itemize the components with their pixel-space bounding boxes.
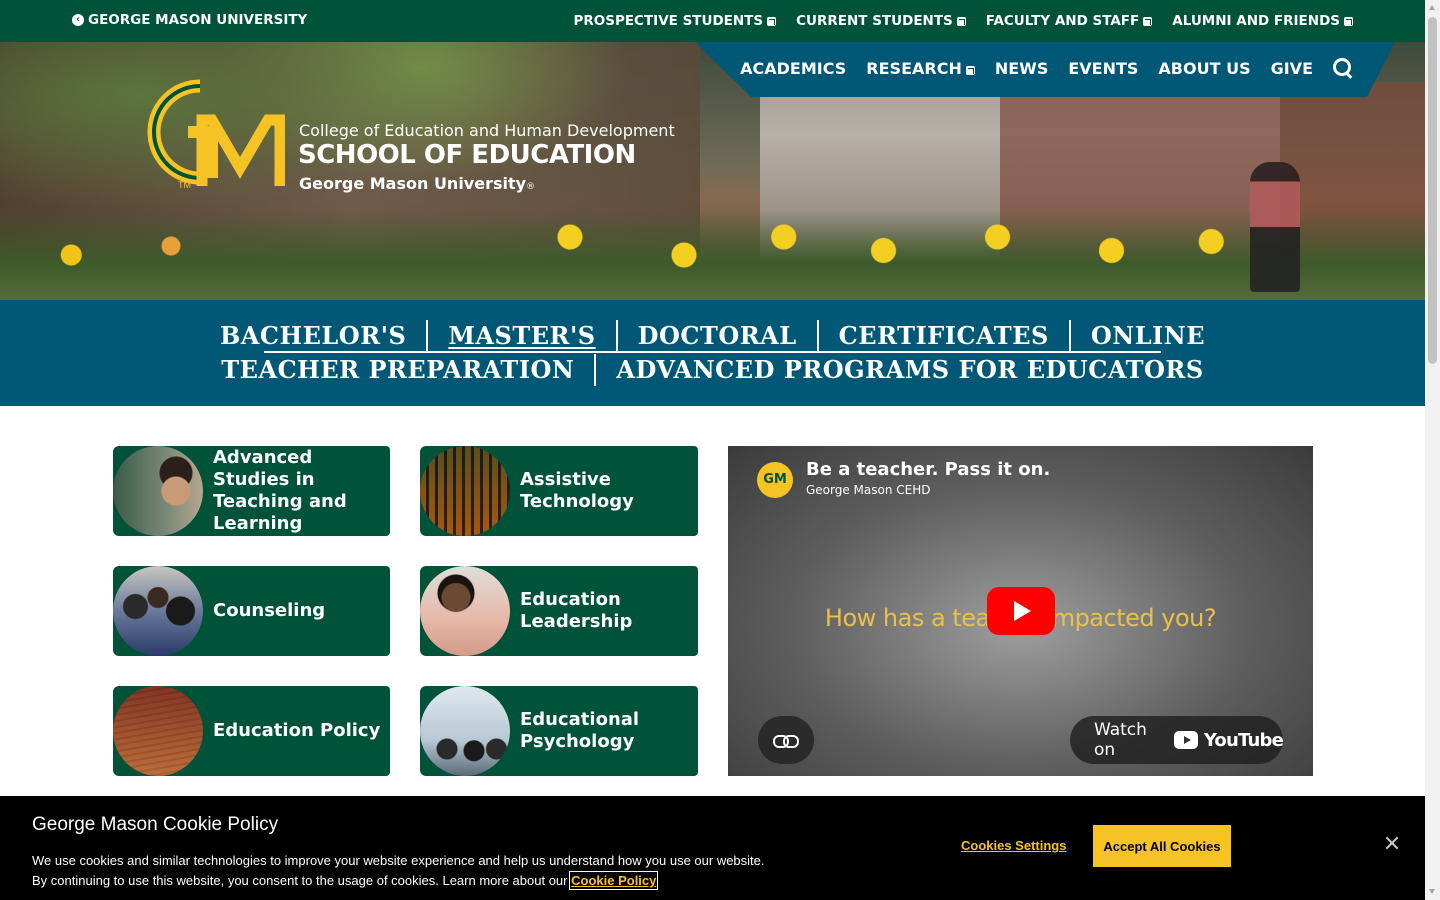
- nav-research[interactable]: RESEARCH: [866, 59, 975, 78]
- faculty-staff-link[interactable]: FACULTY AND STAFF: [985, 13, 1153, 29]
- top-utility-bar: ‹ GEORGE MASON UNIVERSITY PROSPECTIVE ST…: [0, 0, 1425, 42]
- youtube-embed[interactable]: GM Be a teacher. Pass it on. George Maso…: [728, 446, 1313, 776]
- youtube-icon: [1173, 731, 1198, 749]
- search-icon[interactable]: [1333, 58, 1353, 78]
- watch-on-label: Watch on: [1094, 720, 1147, 760]
- gmu-home-link[interactable]: ‹ GEORGE MASON UNIVERSITY: [72, 12, 307, 28]
- gm-logo-mark: TM: [147, 79, 285, 190]
- program-card[interactable]: Assistive Technology: [420, 446, 698, 536]
- video-caption-right: mpacted you?: [1051, 604, 1217, 632]
- current-students-link[interactable]: CURRENT STUDENTS: [796, 13, 966, 29]
- channel-avatar[interactable]: GM: [757, 462, 793, 498]
- nav-news[interactable]: NEWS: [995, 59, 1049, 78]
- nav-research-label: RESEARCH: [866, 58, 962, 78]
- alumni-friends-link[interactable]: ALUMNI AND FRIENDS: [1172, 13, 1353, 29]
- program-card[interactable]: Advanced Studies in Teaching and Learnin…: [113, 446, 390, 536]
- nav-online[interactable]: ONLINE: [1068, 320, 1225, 352]
- trademark-mark: TM: [178, 180, 191, 190]
- nav-academics[interactable]: ACADEMICS: [740, 59, 846, 78]
- program-level-nav: BACHELOR'S MASTER'S DOCTORAL CERTIFICATE…: [0, 300, 1425, 406]
- chevron-left-icon: ‹: [72, 14, 84, 26]
- external-link-icon: [965, 65, 975, 75]
- school-logo[interactable]: TM College of Education and Human Develo…: [140, 78, 700, 193]
- external-link-icon: [956, 17, 966, 26]
- logo-university-label: George Mason University: [299, 174, 527, 193]
- cookie-policy-link[interactable]: Cookie Policy: [569, 871, 659, 890]
- hero-walker: [1250, 162, 1300, 292]
- nav-teacher-preparation[interactable]: TEACHER PREPARATION: [201, 354, 594, 386]
- program-card-label: Education Leadership: [520, 589, 633, 632]
- link-label: FACULTY AND STAFF: [985, 13, 1140, 29]
- leader-photo-icon: [420, 566, 510, 656]
- video-caption-left: How has a tea: [824, 604, 990, 632]
- book-photo-icon: [113, 686, 203, 776]
- nav-advanced-programs[interactable]: ADVANCED PROGRAMS FOR EDUCATORS: [594, 354, 1223, 386]
- teacher-photo-icon: [113, 446, 203, 536]
- nav-bachelors[interactable]: BACHELOR'S: [200, 320, 426, 352]
- play-button[interactable]: [987, 587, 1055, 635]
- nav-give[interactable]: GIVE: [1271, 59, 1313, 78]
- external-link-icon: [1143, 17, 1153, 26]
- youtube-wordmark: YouTube: [1203, 729, 1284, 751]
- program-nav-row-1: BACHELOR'S MASTER'S DOCTORAL CERTIFICATE…: [0, 320, 1425, 352]
- hero-tulips: [0, 210, 1425, 300]
- nav-certificates[interactable]: CERTIFICATES: [816, 320, 1069, 352]
- nav-about-us[interactable]: ABOUT US: [1158, 59, 1250, 78]
- video-title[interactable]: Be a teacher. Pass it on.: [806, 459, 1050, 480]
- close-icon[interactable]: [1385, 836, 1399, 850]
- external-link-icon: [767, 17, 777, 26]
- nav-events[interactable]: EVENTS: [1068, 59, 1138, 78]
- scrollbar-thumb[interactable]: [1428, 17, 1437, 364]
- program-card-label: Education Policy: [213, 720, 381, 741]
- nav-doctoral[interactable]: DOCTORAL: [615, 320, 817, 352]
- page-scrollbar[interactable]: [1425, 0, 1440, 900]
- scroll-up-icon[interactable]: [1429, 5, 1435, 10]
- logo-college: College of Education and Human Developme…: [299, 121, 675, 140]
- accept-all-cookies-button[interactable]: Accept All Cookies: [1093, 825, 1231, 867]
- program-nav-row-2: TEACHER PREPARATION ADVANCED PROGRAMS FO…: [0, 354, 1425, 386]
- program-card-label: Advanced Studies in Teaching and Learnin…: [213, 447, 347, 534]
- program-card-label: Assistive Technology: [520, 469, 634, 512]
- prospective-students-link[interactable]: PROSPECTIVE STUDENTS: [573, 13, 777, 29]
- program-nav-divider: [264, 351, 1161, 353]
- link-label: PROSPECTIVE STUDENTS: [573, 13, 764, 29]
- nav-masters[interactable]: MASTER'S: [426, 320, 615, 352]
- group-photo-icon: [113, 566, 203, 656]
- cookie-banner: George Mason Cookie Policy We use cookie…: [0, 796, 1425, 900]
- keyboard-photo-icon: [420, 446, 510, 536]
- logo-school: SCHOOL OF EDUCATION: [298, 140, 636, 170]
- program-card[interactable]: Counseling: [113, 566, 390, 656]
- copy-link-icon[interactable]: [758, 716, 814, 764]
- link-label: CURRENT STUDENTS: [796, 13, 953, 29]
- watch-on-youtube-button[interactable]: Watch on YouTube: [1070, 716, 1284, 764]
- link-label: ALUMNI AND FRIENDS: [1172, 13, 1340, 29]
- video-channel[interactable]: George Mason CEHD: [806, 483, 931, 497]
- registered-mark: ®: [526, 182, 536, 192]
- gmu-home-label: GEORGE MASON UNIVERSITY: [88, 12, 308, 28]
- audience-links: PROSPECTIVE STUDENTS CURRENT STUDENTS FA…: [573, 13, 1353, 29]
- scroll-down-icon[interactable]: [1429, 889, 1435, 894]
- program-card[interactable]: Education Policy: [113, 686, 390, 776]
- cookie-settings-button[interactable]: Cookies Settings: [961, 838, 1066, 853]
- program-card[interactable]: Education Leadership: [420, 566, 698, 656]
- program-card-label: Counseling: [213, 600, 326, 621]
- program-cards: Advanced Studies in Teaching and Learnin…: [113, 446, 698, 776]
- logo-university: George Mason University®: [299, 174, 535, 193]
- external-link-icon: [1344, 17, 1353, 26]
- cookie-title: George Mason Cookie Policy: [32, 814, 279, 835]
- classroom-photo-icon: [420, 686, 510, 776]
- program-card-label: Educational Psychology: [520, 709, 640, 752]
- cookie-text: We use cookies and similar technologies …: [32, 851, 782, 891]
- program-card[interactable]: Educational Psychology: [420, 686, 698, 776]
- main-nav: ACADEMICS RESEARCH NEWS EVENTS ABOUT US …: [695, 42, 1395, 97]
